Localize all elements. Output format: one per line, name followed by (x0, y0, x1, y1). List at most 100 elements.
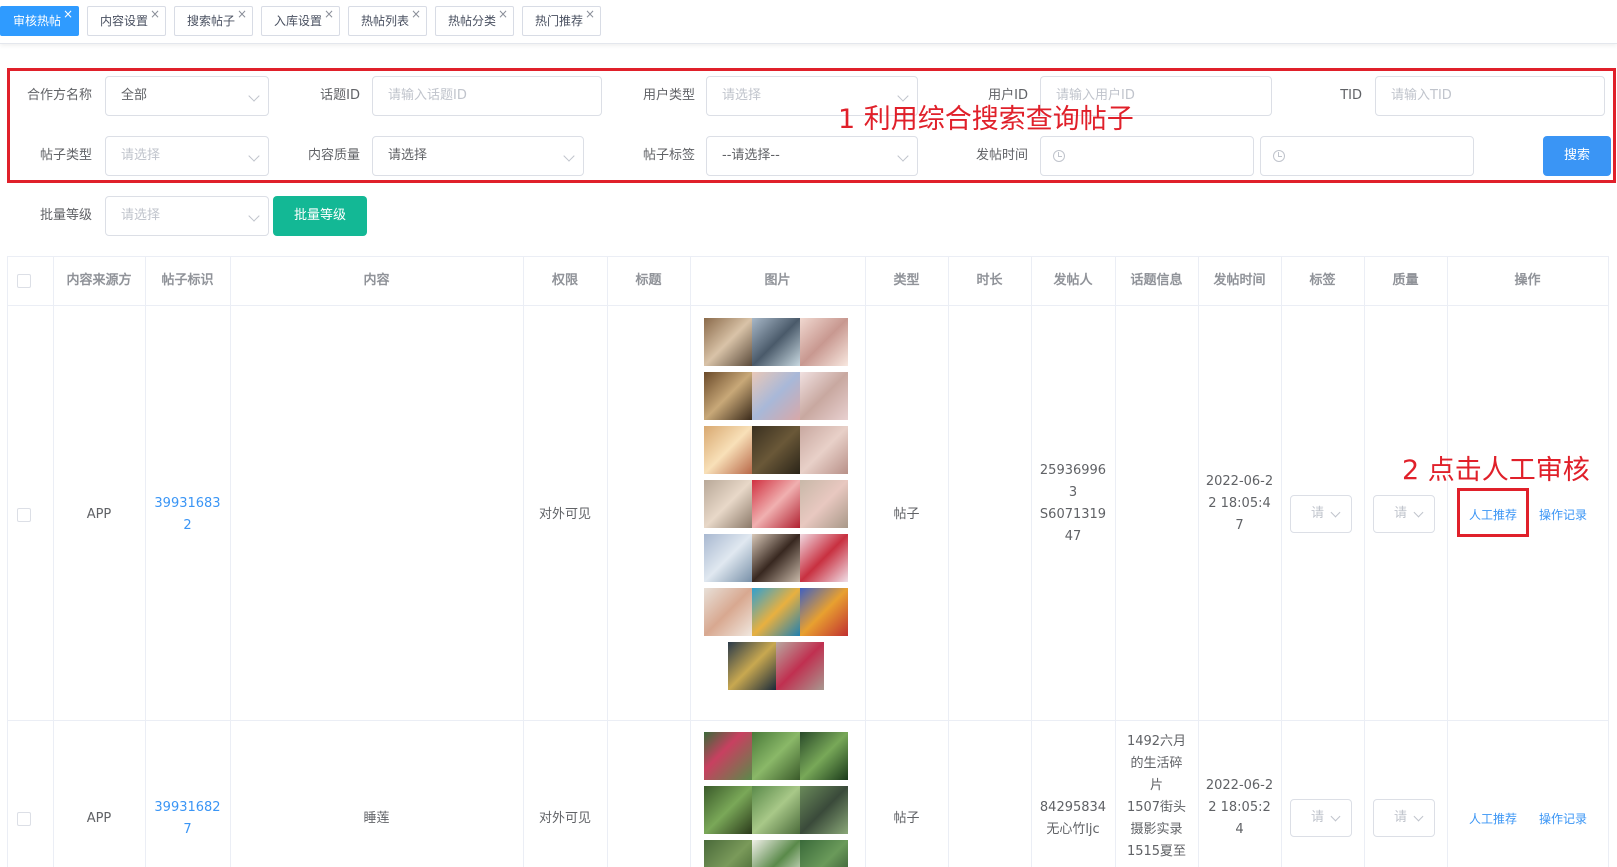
tab-storage-settings[interactable]: 入库设置 × (261, 6, 340, 36)
post-image[interactable] (752, 318, 800, 366)
chevron-down-icon (248, 90, 260, 102)
row-quality-select[interactable]: 请 (1373, 799, 1435, 837)
end-time-input[interactable] (1260, 136, 1474, 176)
cell-post-time: 2022-06-2 2 18:05:2 4 (1198, 775, 1281, 841)
batch-level-select[interactable]: 请选择 (105, 196, 269, 236)
post-id-link[interactable]: 39931683 2 (145, 493, 230, 537)
post-image[interactable] (752, 840, 800, 867)
batch-level-label: 批量等级 (39, 208, 92, 223)
close-icon[interactable]: × (324, 0, 334, 28)
post-image[interactable] (800, 372, 848, 420)
post-tag-select[interactable]: --请选择-- (706, 136, 918, 176)
post-image[interactable] (752, 426, 800, 474)
post-image[interactable] (752, 786, 800, 834)
col-header-post-time: 发帖时间 (1213, 273, 1266, 288)
batch-level-button[interactable]: 批量等级 (273, 196, 367, 236)
post-image[interactable] (800, 732, 848, 780)
close-icon[interactable]: × (150, 0, 160, 28)
row-tag-select[interactable]: 请 (1290, 495, 1352, 533)
post-image[interactable] (704, 732, 752, 780)
tab-label: 热帖列表 (361, 14, 410, 28)
close-icon[interactable]: × (498, 0, 508, 28)
quality-label: 内容质量 (307, 148, 360, 163)
topic-line: 1515夏至 (1126, 844, 1187, 859)
user-type-placeholder: 请选择 (722, 88, 762, 103)
post-image[interactable] (752, 588, 800, 636)
tab-search-posts[interactable]: 搜索帖子 × (174, 6, 253, 36)
grid-line (230, 257, 231, 867)
tab-content-settings[interactable]: 内容设置 × (87, 6, 166, 36)
topic-line: 的生活碎 (1130, 756, 1183, 771)
tid-input[interactable]: 请输入TID (1375, 76, 1605, 116)
post-image[interactable] (752, 480, 800, 528)
close-icon[interactable]: × (237, 0, 247, 28)
close-icon[interactable]: × (585, 0, 595, 28)
col-header-content: 内容 (363, 273, 390, 288)
search-button[interactable]: 搜索 (1543, 136, 1611, 176)
col-header-permission: 权限 (551, 273, 578, 288)
post-image[interactable] (800, 534, 848, 582)
tab-hot-post-list[interactable]: 热帖列表 × (348, 6, 427, 36)
grid-line (1031, 257, 1032, 867)
start-time-input[interactable] (1040, 136, 1254, 176)
poster-line: 无心竹ljc (1046, 822, 1100, 837)
operation-log-link[interactable]: 操作记录 (1533, 504, 1593, 526)
tab-label: 审核热帖 (13, 14, 62, 28)
tab-bar: 审核热帖 × 内容设置 × 搜索帖子 × 入库设置 × 热帖列表 × 热帖分类 × 热门推荐… (0, 0, 1617, 44)
manual-recommend-link[interactable]: 人工推荐 (1463, 808, 1523, 830)
chevron-down-icon (897, 150, 909, 162)
cell-permission: 对外可见 (538, 507, 591, 522)
cell-poster: 25936996 3 S6071319 47 (1031, 460, 1115, 548)
post-type-placeholder: 请选择 (121, 148, 161, 163)
col-header-poster: 发帖人 (1053, 273, 1093, 288)
tab-hot-recommend[interactable]: 热门推荐 × (522, 6, 601, 36)
col-header-actions: 操作 (1514, 273, 1541, 288)
post-image[interactable] (704, 318, 752, 366)
post-image[interactable] (704, 840, 752, 867)
quality-select[interactable]: 请选择 (372, 136, 584, 176)
tab-hot-post-category[interactable]: 热帖分类 × (435, 6, 514, 36)
post-id-line: 7 (183, 822, 192, 837)
cell-content: 睡莲 (363, 811, 390, 826)
row-checkbox[interactable] (17, 508, 31, 522)
post-image[interactable] (752, 372, 800, 420)
close-icon[interactable]: × (411, 0, 421, 28)
post-image[interactable] (800, 480, 848, 528)
post-image[interactable] (752, 732, 800, 780)
post-image[interactable] (800, 786, 848, 834)
row-checkbox[interactable] (17, 812, 31, 826)
post-image[interactable] (704, 372, 752, 420)
operation-log-link[interactable]: 操作记录 (1533, 808, 1593, 830)
post-image[interactable] (800, 840, 848, 867)
post-image[interactable] (704, 426, 752, 474)
chevron-down-icon (1413, 507, 1424, 518)
post-image[interactable] (800, 318, 848, 366)
post-image[interactable] (728, 642, 776, 690)
post-type-select[interactable]: 请选择 (105, 136, 269, 176)
topic-line: 片 (1149, 778, 1163, 793)
row-tag-select[interactable]: 请 (1290, 799, 1352, 837)
grid-line (7, 257, 8, 867)
post-image[interactable] (776, 642, 824, 690)
post-image[interactable] (800, 426, 848, 474)
post-id-link[interactable]: 39931682 7 (145, 797, 230, 841)
close-icon[interactable]: × (63, 0, 73, 28)
grid-line (607, 257, 608, 867)
post-image[interactable] (704, 786, 752, 834)
post-image[interactable] (704, 534, 752, 582)
topic-line: 摄影实录 (1130, 822, 1183, 837)
select-all-checkbox[interactable] (17, 274, 31, 288)
time-line: 2 18:05:2 (1208, 800, 1271, 815)
partner-select[interactable]: 全部 (105, 76, 269, 116)
post-image[interactable] (704, 480, 752, 528)
topic-id-input[interactable]: 请输入话题ID (372, 76, 602, 116)
post-image[interactable] (752, 534, 800, 582)
post-image[interactable] (800, 588, 848, 636)
row-quality-select[interactable]: 请 (1373, 495, 1435, 533)
chevron-down-icon (563, 150, 575, 162)
col-header-type: 类型 (893, 273, 920, 288)
tab-label: 搜索帖子 (187, 14, 236, 28)
post-image[interactable] (704, 588, 752, 636)
tab-review-hot-posts[interactable]: 审核热帖 × (0, 6, 79, 36)
poster-line: 84295834 (1039, 800, 1107, 815)
